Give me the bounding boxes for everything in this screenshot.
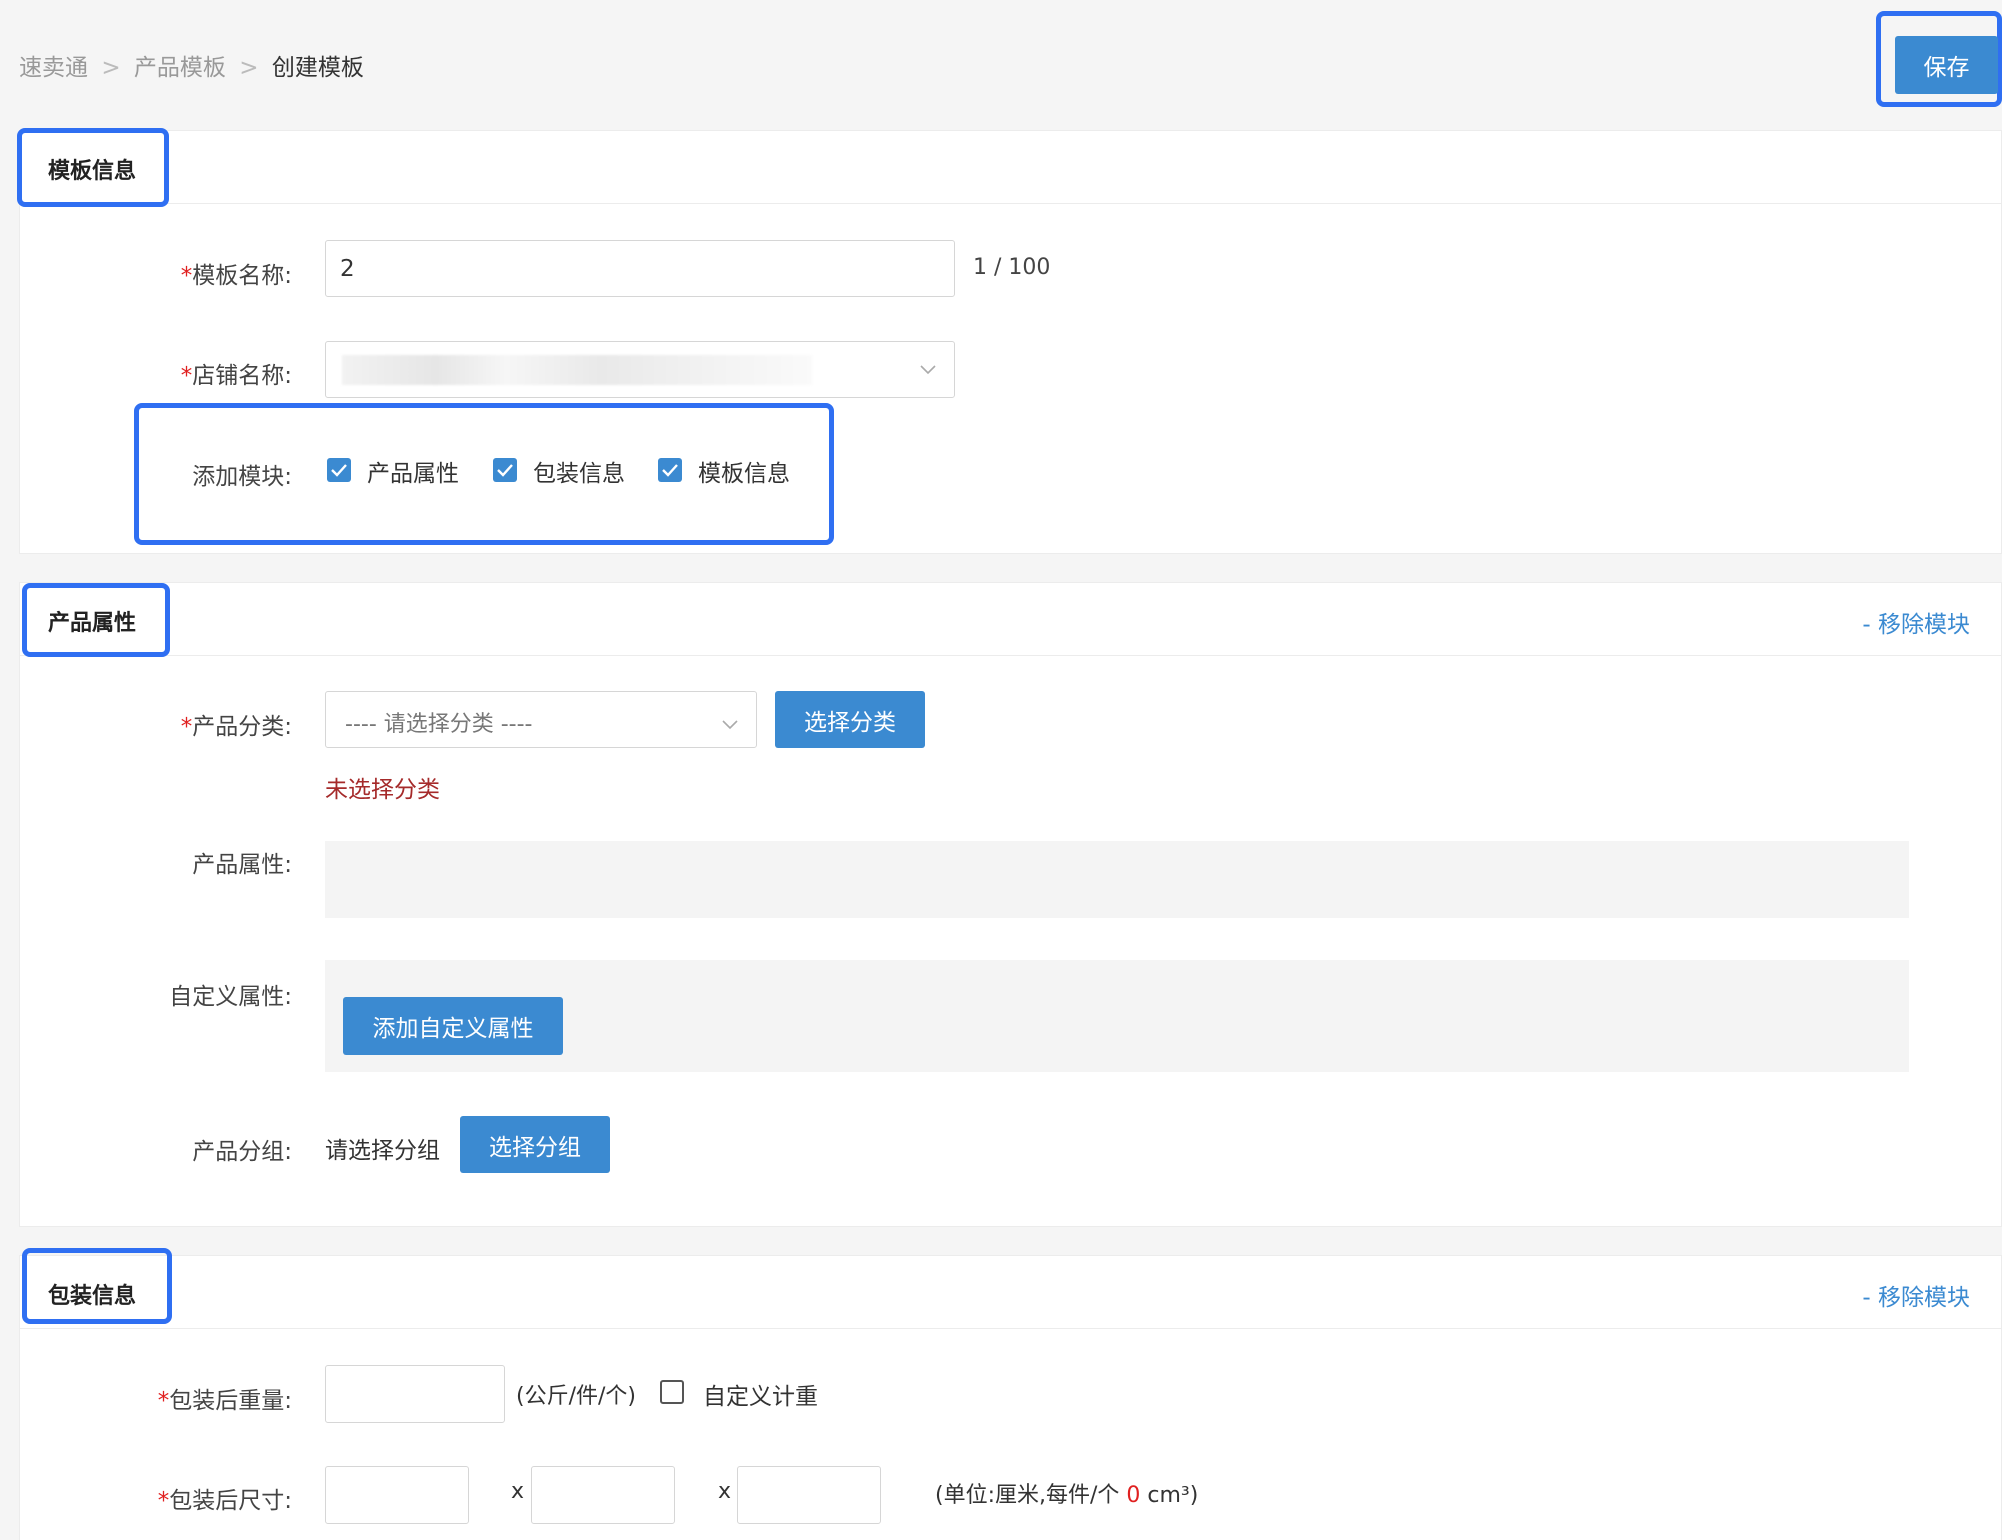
product-attrs-label: 产品属性: <box>192 852 292 878</box>
breadcrumb-item-product-template[interactable]: 产品模板 <box>134 55 226 81</box>
save-button[interactable]: 保存 <box>1895 36 1998 94</box>
chevron-down-icon <box>920 360 936 379</box>
template-name-input[interactable] <box>325 240 955 297</box>
template-info-header <box>20 131 2001 204</box>
custom-attrs-label: 自定义属性: <box>169 984 292 1010</box>
breadcrumb: 速卖通 > 产品模板 > 创建模板 <box>19 48 364 82</box>
breadcrumb-item-aliexpress[interactable]: 速卖通 <box>19 55 88 81</box>
package-weight-label: *包装后重量: <box>157 1388 292 1414</box>
category-select[interactable]: ---- 请选择分类 ---- <box>325 691 757 748</box>
package-info-title: 包装信息 <box>48 1284 137 1309</box>
module-template-info-checkbox[interactable] <box>658 458 682 482</box>
category-label: *产品分类: <box>180 714 292 740</box>
product-group-label: 产品分组: <box>192 1139 292 1165</box>
breadcrumb-separator: > <box>239 55 259 81</box>
template-name-counter: 1 / 100 <box>973 255 1051 280</box>
store-name-redacted <box>342 355 812 385</box>
product-attrs-title: 产品属性 <box>48 611 137 636</box>
product-attrs-remove-link[interactable]: - 移除模块 <box>1862 605 1970 639</box>
module-template-info-label[interactable]: 模板信息 <box>698 454 790 488</box>
add-modules-label: 添加模块: <box>192 464 292 490</box>
category-error-text: 未选择分类 <box>325 777 440 803</box>
package-size-unit: (单位:厘米,每件/个 0 cm³) <box>935 1477 1198 1509</box>
template-info-title: 模板信息 <box>48 159 137 184</box>
store-name-select[interactable] <box>325 341 955 398</box>
chevron-down-icon <box>722 715 738 734</box>
module-package-info-label[interactable]: 包装信息 <box>533 454 625 488</box>
package-weight-unit: (公斤/件/个) <box>516 1384 636 1409</box>
package-length-input[interactable] <box>325 1466 469 1524</box>
custom-weight-checkbox[interactable] <box>660 1380 684 1404</box>
custom-weight-label[interactable]: 自定义计重 <box>703 1377 818 1411</box>
store-name-label: *店铺名称: <box>180 363 292 389</box>
breadcrumb-separator: > <box>101 55 121 81</box>
module-package-info-checkbox[interactable] <box>493 458 517 482</box>
package-info-remove-link[interactable]: - 移除模块 <box>1862 1278 1970 1312</box>
select-group-button[interactable]: 选择分组 <box>460 1116 610 1173</box>
add-custom-attr-button[interactable]: 添加自定义属性 <box>343 997 563 1055</box>
package-size-separator: x <box>718 1479 732 1504</box>
package-width-input[interactable] <box>531 1466 675 1524</box>
package-size-unit-suffix: cm³) <box>1147 1483 1199 1508</box>
module-product-attrs-checkbox[interactable] <box>327 458 351 482</box>
package-info-header <box>20 1256 2001 1329</box>
package-height-input[interactable] <box>737 1466 881 1524</box>
module-product-attrs-label[interactable]: 产品属性 <box>367 454 459 488</box>
breadcrumb-item-create-template: 创建模板 <box>271 55 364 81</box>
product-attrs-area <box>325 841 1909 918</box>
package-size-label: *包装后尺寸: <box>157 1488 292 1514</box>
product-group-placeholder: 请选择分组 <box>325 1138 440 1164</box>
package-size-unit-prefix: (单位:厘米,每件/个 <box>935 1483 1120 1508</box>
package-weight-input[interactable] <box>325 1365 505 1423</box>
category-placeholder: ---- 请选择分类 ---- <box>345 712 533 737</box>
package-volume-value: 0 <box>1126 1483 1141 1508</box>
product-attrs-header <box>20 583 2001 656</box>
template-name-label: *模板名称: <box>180 263 292 289</box>
package-size-separator: x <box>511 1479 525 1504</box>
select-category-button[interactable]: 选择分类 <box>775 691 925 748</box>
